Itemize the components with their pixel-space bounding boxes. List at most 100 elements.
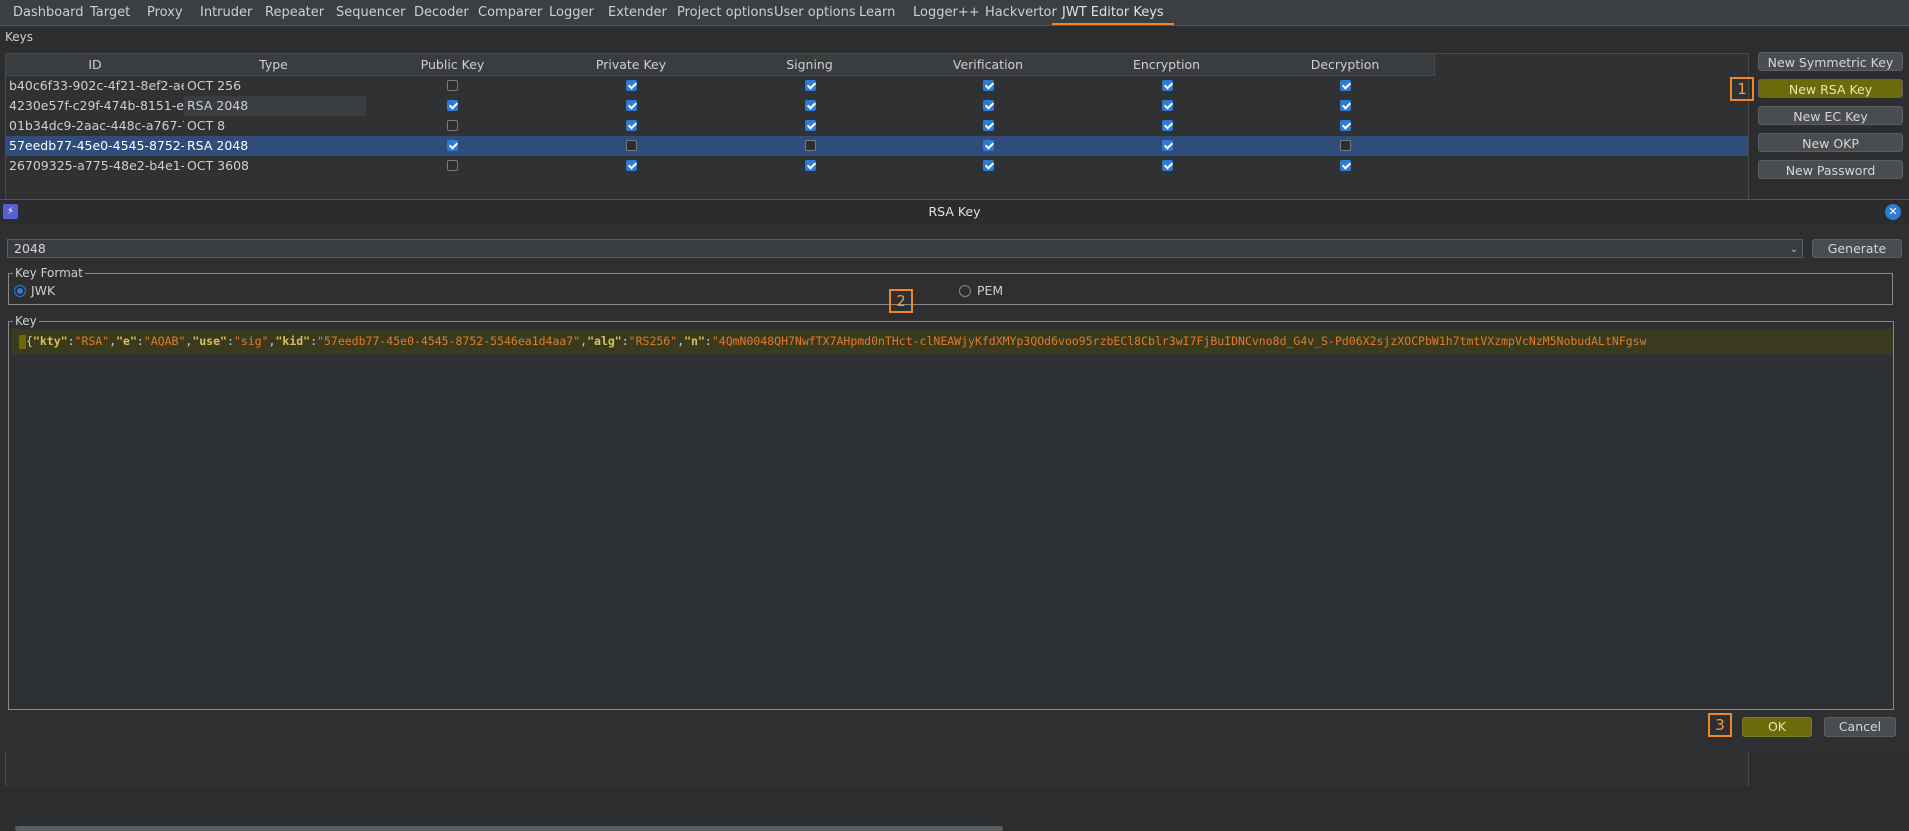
- signing-checkbox[interactable]: [805, 80, 816, 91]
- column-header-private-key[interactable]: Private Key: [542, 54, 721, 76]
- tab-proxy[interactable]: Proxy: [147, 0, 183, 25]
- signing-checkbox[interactable]: [805, 160, 816, 171]
- jwk-e: AQAB: [150, 334, 179, 348]
- private-key-checkbox[interactable]: [626, 80, 637, 91]
- rsa-key-dialog: ⚡ RSA Key ✕ 2048 ⌄ Generate Key Format J…: [0, 199, 1909, 831]
- column-header-encryption[interactable]: Encryption: [1077, 54, 1257, 76]
- private-key-checkbox[interactable]: [626, 160, 637, 171]
- column-header-decryption[interactable]: Decryption: [1256, 54, 1435, 76]
- ok-button[interactable]: OK: [1742, 717, 1812, 737]
- signing-checkbox[interactable]: [805, 120, 816, 131]
- table-row[interactable]: b40c6f33-902c-4f21-8ef2-ae4b4e... OCT 25…: [6, 76, 1748, 96]
- encryption-checkbox[interactable]: [1162, 160, 1173, 171]
- tab-comparer[interactable]: Comparer: [478, 0, 542, 25]
- key-size-select[interactable]: 2048 ⌄: [7, 239, 1803, 258]
- pem-radio-label: PEM: [977, 283, 1004, 298]
- key-format-group: Key Format JWK PEM: [8, 266, 1893, 305]
- dialog-title-bar: ⚡ RSA Key ✕: [0, 200, 1909, 224]
- tab-extender[interactable]: Extender: [608, 0, 667, 25]
- verification-checkbox[interactable]: [983, 140, 994, 151]
- tab-hackvertor[interactable]: Hackvertor: [985, 0, 1057, 25]
- signing-checkbox[interactable]: [805, 140, 816, 151]
- table-row[interactable]: 01b34dc9-2aac-448c-a767-78f42... OCT 8: [6, 116, 1748, 136]
- tab-dashboard[interactable]: Dashboard: [13, 0, 84, 25]
- tab-jwt-editor-keys[interactable]: JWT Editor Keys: [1052, 0, 1174, 25]
- encryption-checkbox[interactable]: [1162, 120, 1173, 131]
- public-key-checkbox[interactable]: [447, 160, 458, 171]
- tab-learn[interactable]: Learn: [859, 0, 895, 25]
- dialog-title: RSA Key: [928, 204, 981, 219]
- decryption-checkbox[interactable]: [1340, 120, 1351, 131]
- key-size-value: 2048: [14, 241, 46, 256]
- signing-checkbox[interactable]: [805, 100, 816, 111]
- table-row-selected[interactable]: 57eedb77-45e0-4545-8752-5546... RSA 2048: [6, 136, 1748, 156]
- new-password-button[interactable]: New Password: [1758, 160, 1903, 179]
- key-id-cell: 57eedb77-45e0-4545-8752-5546...: [9, 138, 184, 153]
- cancel-button[interactable]: Cancel: [1824, 717, 1896, 737]
- key-type-cell: OCT 256: [187, 78, 242, 93]
- public-key-checkbox[interactable]: [447, 100, 458, 111]
- verification-checkbox[interactable]: [983, 80, 994, 91]
- tab-sequencer[interactable]: Sequencer: [336, 0, 405, 25]
- column-header-signing[interactable]: Signing: [720, 54, 900, 76]
- column-header-id[interactable]: ID: [6, 54, 185, 76]
- key-id-cell: 26709325-a775-48e2-b4e1-68e4...: [9, 158, 184, 173]
- encryption-checkbox[interactable]: [1162, 140, 1173, 151]
- app-lightning-icon: ⚡: [3, 204, 18, 219]
- tab-repeater[interactable]: Repeater: [265, 0, 324, 25]
- key-type-cell: OCT 3608: [187, 158, 249, 173]
- public-key-checkbox[interactable]: [447, 140, 458, 151]
- column-header-type[interactable]: Type: [184, 54, 364, 76]
- jwk-alg: RS256: [635, 334, 671, 348]
- column-header-verification[interactable]: Verification: [899, 54, 1078, 76]
- horizontal-scrollbar[interactable]: [15, 826, 1003, 831]
- encryption-checkbox[interactable]: [1162, 100, 1173, 111]
- keys-table-lower-area: [5, 752, 1749, 786]
- private-key-checkbox[interactable]: [626, 120, 637, 131]
- pem-radio[interactable]: [959, 285, 971, 297]
- new-symmetric-key-button[interactable]: New Symmetric Key: [1758, 52, 1903, 71]
- jwk-kid: 57eedb77-45e0-4545-8752-5546ea1d4aa7: [323, 334, 574, 348]
- tab-user-options[interactable]: User options: [774, 0, 856, 25]
- generate-button[interactable]: Generate: [1812, 239, 1902, 258]
- table-row[interactable]: 4230e57f-c29f-474b-8151-eb106... RSA 204…: [6, 96, 1748, 116]
- jwk-radio[interactable]: [14, 285, 26, 297]
- tab-target[interactable]: Target: [90, 0, 130, 25]
- public-key-checkbox[interactable]: [447, 120, 458, 131]
- table-row[interactable]: 26709325-a775-48e2-b4e1-68e4... OCT 3608: [6, 156, 1748, 176]
- step-marker-1: 1: [1730, 77, 1754, 101]
- tab-decoder[interactable]: Decoder: [414, 0, 469, 25]
- jwk-kty: RSA: [81, 334, 103, 348]
- tab-intruder[interactable]: Intruder: [200, 0, 252, 25]
- key-legend: Key: [13, 314, 39, 328]
- decryption-checkbox[interactable]: [1340, 80, 1351, 91]
- decryption-checkbox[interactable]: [1340, 140, 1351, 151]
- jwk-n: 4QmN0048QH7NwfTX7AHpmd0nTHct-clNEAWjyKfd…: [718, 334, 1647, 348]
- close-icon[interactable]: ✕: [1885, 204, 1901, 220]
- private-key-checkbox[interactable]: [626, 140, 637, 151]
- tab-logger-plus-plus[interactable]: Logger++: [913, 0, 980, 25]
- key-editor[interactable]: {"kty":"RSA","e":"AQAB","use":"sig","kid…: [11, 329, 1893, 831]
- chevron-down-icon: ⌄: [1789, 244, 1798, 255]
- key-id-cell: 4230e57f-c29f-474b-8151-eb106...: [9, 98, 184, 113]
- jwk-json-line: {"kty":"RSA","e":"AQAB","use":"sig","kid…: [11, 329, 1893, 354]
- tab-bar: Dashboard Target Proxy Intruder Repeater…: [0, 0, 1909, 26]
- decryption-checkbox[interactable]: [1340, 100, 1351, 111]
- decryption-checkbox[interactable]: [1340, 160, 1351, 171]
- key-type-cell: OCT 8: [187, 118, 226, 133]
- new-ec-key-button[interactable]: New EC Key: [1758, 106, 1903, 125]
- private-key-checkbox[interactable]: [626, 100, 637, 111]
- public-key-checkbox[interactable]: [447, 80, 458, 91]
- new-rsa-key-button[interactable]: New RSA Key: [1758, 79, 1903, 98]
- column-header-public-key[interactable]: Public Key: [363, 54, 543, 76]
- jwk-radio-label: JWK: [31, 283, 56, 298]
- key-type-cell: RSA 2048: [187, 138, 249, 153]
- tab-logger[interactable]: Logger: [549, 0, 594, 25]
- encryption-checkbox[interactable]: [1162, 80, 1173, 91]
- verification-checkbox[interactable]: [983, 120, 994, 131]
- text-cursor: [19, 334, 26, 349]
- tab-project-options[interactable]: Project options: [677, 0, 774, 25]
- new-okp-button[interactable]: New OKP: [1758, 133, 1903, 152]
- verification-checkbox[interactable]: [983, 100, 994, 111]
- verification-checkbox[interactable]: [983, 160, 994, 171]
